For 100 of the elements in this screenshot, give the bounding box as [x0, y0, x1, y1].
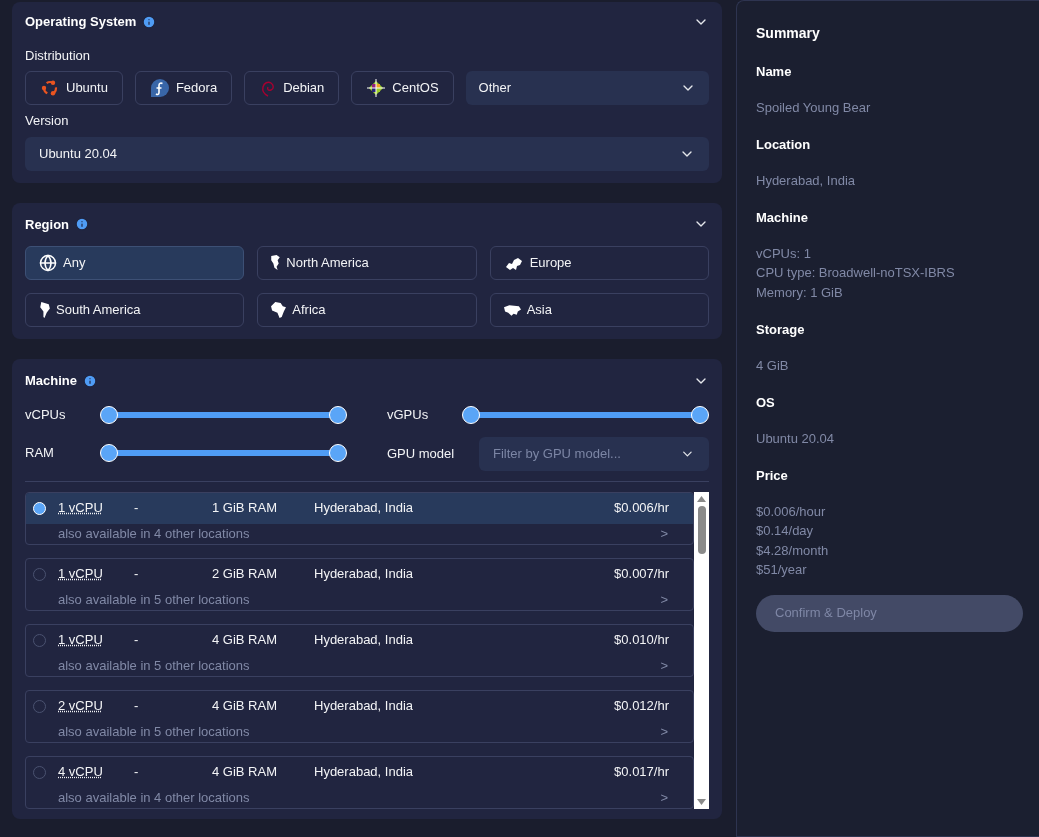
plan-location: Hyderabad, India — [314, 763, 414, 782]
expand-chevron[interactable]: > — [660, 721, 668, 742]
plan-location: Hyderabad, India — [314, 565, 414, 584]
scrollbar-thumb[interactable] — [697, 505, 706, 554]
plan-ram: 1 GiB RAM — [212, 499, 278, 518]
plan-ram: 4 GiB RAM — [212, 631, 278, 650]
info-icon[interactable] — [75, 217, 90, 232]
region-button[interactable]: Any — [25, 246, 245, 280]
plan-option[interactable]: 1 vCPU - 4 GiB RAM Hyderabad, India $0.010/hr also available in 5 other locations > — [25, 623, 694, 677]
info-icon[interactable] — [83, 373, 97, 388]
continent-icon — [503, 304, 521, 316]
fedora-logo-icon — [149, 78, 170, 98]
info-icon[interactable] — [142, 14, 157, 29]
summary-value: $0.14/day — [756, 522, 815, 540]
version-select[interactable]: Ubuntu 20.04 — [25, 136, 709, 171]
plan-option[interactable]: 1 vCPU - 1 GiB RAM Hyderabad, India $0.006/hr also available in 4 other locations > — [25, 491, 694, 545]
summary-heading: Machine — [756, 209, 809, 227]
slider-thumb[interactable] — [100, 405, 118, 424]
summary-value: 4 GiB — [756, 356, 790, 375]
field-label: Distribution — [25, 46, 92, 65]
plan-dash: - — [134, 763, 140, 782]
availability-note: also available in 5 other locations — [58, 722, 250, 741]
centos-logo-icon — [366, 78, 387, 98]
plan-vcpu: 4 vCPU — [58, 763, 104, 782]
distribution-button[interactable]: Fedora — [134, 71, 233, 105]
availability-note: also available in 5 other locations — [58, 590, 250, 609]
range-slider[interactable] — [462, 405, 709, 424]
continent-icon — [503, 256, 524, 270]
field-label: Version — [25, 112, 70, 130]
summary-heading: Storage — [756, 321, 806, 339]
availability-note: also available in 4 other locations — [58, 524, 250, 543]
slider-label: RAM — [25, 443, 55, 462]
range-slider[interactable] — [100, 405, 347, 424]
summary-value: $4.28/month — [756, 541, 830, 560]
slider-thumb[interactable] — [691, 405, 709, 424]
slider-thumb[interactable] — [329, 405, 347, 424]
summary-value: Memory: 1 GiB — [756, 283, 844, 302]
plan-ram: 2 GiB RAM — [212, 565, 278, 584]
summary-value: $51/year — [756, 561, 808, 579]
plan-price: $0.010/hr — [614, 631, 669, 650]
plan-location: Hyderabad, India — [314, 697, 414, 716]
field-label: GPU model — [387, 444, 456, 463]
plan-price: $0.012/hr — [614, 697, 669, 716]
plan-dash: - — [134, 565, 140, 584]
summary-heading: OS — [756, 394, 776, 412]
plan-option[interactable]: 4 vCPU - 4 GiB RAM Hyderabad, India $0.017/hr also available in 4 other locations > — [25, 755, 694, 809]
plan-option[interactable]: 1 vCPU - 2 GiB RAM Hyderabad, India $0.007/hr also available in 5 other locations > — [25, 557, 694, 611]
slider-thumb[interactable] — [329, 443, 347, 462]
continent-icon — [271, 255, 281, 271]
summary-value: Ubuntu 20.04 — [756, 429, 836, 448]
slider-label: vCPUs — [25, 405, 67, 424]
gpu-model-select[interactable]: Filter by GPU model... — [479, 436, 709, 471]
scrollbar[interactable] — [694, 491, 709, 809]
plan-vcpu: 2 vCPU — [58, 697, 104, 716]
summary-heading: Name — [756, 63, 793, 81]
plan-dash: - — [134, 697, 140, 716]
panel-title: Machine — [25, 372, 77, 390]
summary-value: vCPUs: 1 — [756, 244, 812, 263]
slider-thumb[interactable] — [462, 405, 480, 424]
region-button[interactable]: North America — [257, 246, 477, 280]
distribution-button[interactable]: CentOS — [351, 71, 454, 105]
plan-ram: 4 GiB RAM — [212, 763, 278, 782]
slider-label: vGPUs — [387, 405, 430, 424]
summary-heading: Price — [756, 467, 789, 485]
plan-vcpu: 1 vCPU — [58, 499, 104, 518]
scroll-down-arrow-icon[interactable] — [697, 798, 706, 805]
plan-ram: 4 GiB RAM — [212, 697, 278, 716]
plan-price: $0.006/hr — [614, 499, 669, 518]
plan-price: $0.007/hr — [614, 565, 669, 584]
expand-chevron[interactable]: > — [660, 523, 668, 544]
region-button[interactable]: Europe — [489, 246, 709, 280]
plan-vcpu: 1 vCPU — [58, 565, 104, 584]
plan-dash: - — [134, 499, 140, 518]
region-button[interactable]: South America — [25, 293, 245, 327]
availability-note: also available in 5 other locations — [58, 656, 250, 675]
distribution-button[interactable]: Debian — [244, 71, 340, 105]
summary-value: Hyderabad, India — [756, 171, 856, 190]
region-button[interactable]: Asia — [489, 293, 709, 327]
plan-option[interactable]: 2 vCPU - 4 GiB RAM Hyderabad, India $0.012/hr also available in 5 other locations > — [25, 689, 694, 743]
expand-chevron[interactable]: > — [660, 655, 668, 676]
scroll-up-arrow-icon[interactable] — [697, 495, 706, 502]
summary-heading: Location — [756, 136, 812, 154]
gpu-filter-input: Filter by GPU model... — [493, 443, 681, 464]
plan-price: $0.017/hr — [614, 763, 669, 782]
plan-location: Hyderabad, India — [314, 631, 414, 650]
expand-chevron[interactable]: > — [660, 589, 668, 610]
summary-value: CPU type: Broadwell-noTSX-IBRS — [756, 264, 956, 282]
panel-title: Region — [25, 215, 70, 234]
region-button[interactable]: Africa — [257, 293, 477, 327]
continent-icon — [39, 302, 50, 318]
other-distribution-select[interactable]: Other — [465, 71, 709, 105]
continent-icon — [271, 302, 287, 318]
globe-icon — [39, 254, 57, 272]
plan-location: Hyderabad, India — [314, 499, 414, 518]
expand-chevron[interactable]: > — [660, 787, 668, 808]
summary-value: $0.006/hour — [756, 502, 827, 521]
slider-thumb[interactable] — [100, 443, 118, 462]
distribution-button[interactable]: Ubuntu — [25, 71, 123, 105]
panel-title: Operating System — [25, 13, 137, 31]
range-slider[interactable] — [100, 443, 347, 462]
